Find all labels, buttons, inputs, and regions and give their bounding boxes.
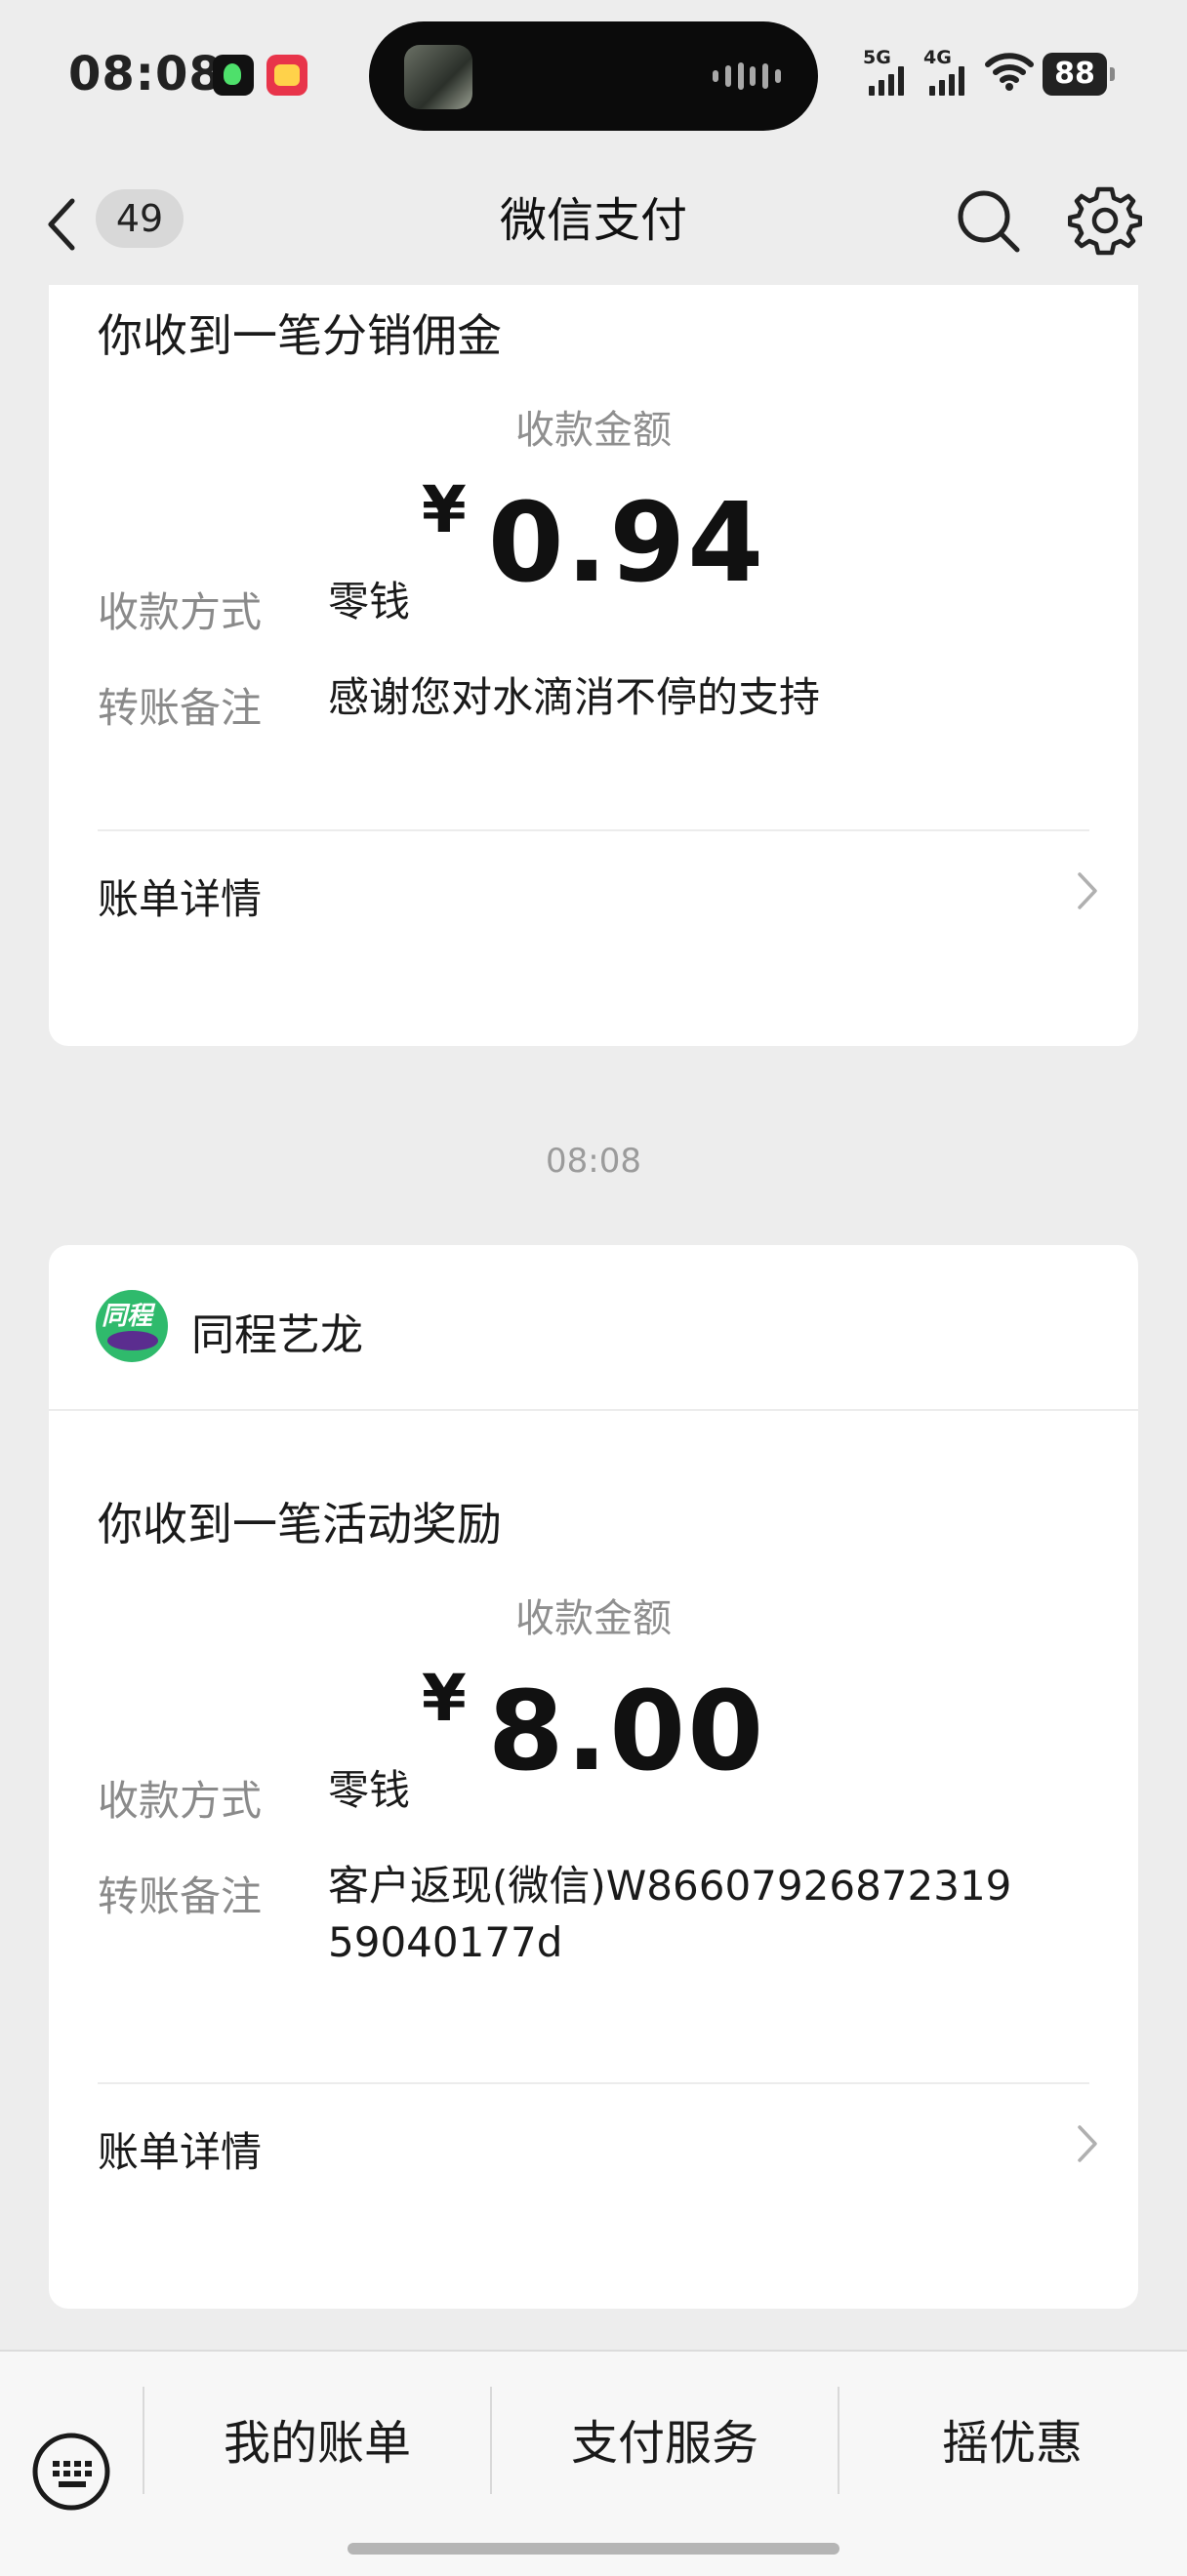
notification-heading: 你收到一笔分销佣金 — [98, 309, 502, 362]
menu-my-bills[interactable]: 我的账单 — [144, 2402, 490, 2484]
signal-4g-label: 4G — [923, 47, 952, 68]
wifi-icon — [985, 53, 1034, 91]
amount-label: 收款金额 — [515, 408, 672, 453]
merchant-name: 同程艺龙 — [191, 1310, 363, 1360]
search-icon[interactable] — [953, 185, 1023, 256]
audio-waveform-icon — [713, 62, 781, 90]
page-title: 微信支付 — [499, 193, 687, 248]
status-time: 08:08 — [68, 47, 223, 101]
gear-icon[interactable] — [1068, 183, 1142, 258]
chevron-right-icon — [1078, 2125, 1097, 2162]
currency-symbol: ¥ — [421, 1661, 467, 1736]
payment-notification-card[interactable]: 你收到一笔分销佣金 收款金额 ¥0.94 收款方式 零钱 转账备注 感谢您对水滴… — [49, 285, 1138, 1046]
note-value: 感谢您对水滴消不停的支持 — [328, 673, 821, 721]
message-list[interactable]: 你收到一笔分销佣金 收款金额 ¥0.94 收款方式 零钱 转账备注 感谢您对水滴… — [0, 285, 1187, 2350]
note-label: 转账备注 — [98, 684, 263, 732]
merchant-logo-text: 同程 — [102, 1302, 153, 1331]
notification-heading: 你收到一笔活动奖励 — [98, 1498, 502, 1550]
chevron-left-icon — [48, 198, 75, 251]
divider — [49, 1409, 1138, 1411]
nav-bar: 49 微信支付 — [0, 156, 1187, 285]
signal-5g-label: 5G — [863, 47, 891, 68]
amount-label: 收款金额 — [515, 1596, 672, 1641]
merchant-header[interactable]: 同程 同程艺龙 — [49, 1245, 1138, 1411]
payment-notification-card[interactable]: 同程 同程艺龙 你收到一笔活动奖励 收款金额 ¥8.00 收款方式 零钱 转账备… — [49, 1245, 1138, 2309]
method-value: 零钱 — [328, 1766, 411, 1814]
bottom-menu-bar: 我的账单 支付服务 摇优惠 — [0, 2350, 1187, 2576]
method-label: 收款方式 — [98, 1777, 263, 1825]
unread-count-badge: 49 — [96, 189, 184, 248]
status-bar: 08:08 5G 4G 88 — [0, 0, 1187, 156]
message-timestamp: 08:08 — [546, 1142, 641, 1181]
note-value: 客户返现(微信)W8660792687231959040177d — [328, 1862, 1012, 1966]
bill-detail-link[interactable]: 账单详情 — [98, 847, 1099, 935]
merchant-logo: 同程 — [96, 1290, 168, 1362]
bill-detail-link[interactable]: 账单详情 — [98, 2100, 1099, 2188]
note-label: 转账备注 — [98, 1872, 263, 1920]
divider — [98, 829, 1089, 831]
keyboard-icon[interactable] — [31, 2432, 111, 2512]
bill-detail-label: 账单详情 — [98, 2128, 263, 2176]
battery-indicator: 88 — [1043, 53, 1115, 96]
home-indicator[interactable] — [348, 2543, 839, 2555]
now-playing-artwork — [404, 45, 472, 109]
back-button[interactable]: 49 — [45, 185, 191, 254]
chevron-right-icon — [1078, 872, 1097, 909]
bill-detail-label: 账单详情 — [98, 875, 263, 923]
game-app-icon — [266, 55, 307, 96]
menu-payment-services[interactable]: 支付服务 — [492, 2402, 838, 2484]
dynamic-island[interactable] — [369, 21, 818, 131]
method-label: 收款方式 — [98, 588, 263, 636]
currency-symbol: ¥ — [421, 472, 467, 547]
music-app-icon — [213, 55, 254, 96]
method-value: 零钱 — [328, 578, 411, 625]
menu-shake-offers[interactable]: 摇优惠 — [839, 2402, 1185, 2484]
divider — [98, 2082, 1089, 2084]
